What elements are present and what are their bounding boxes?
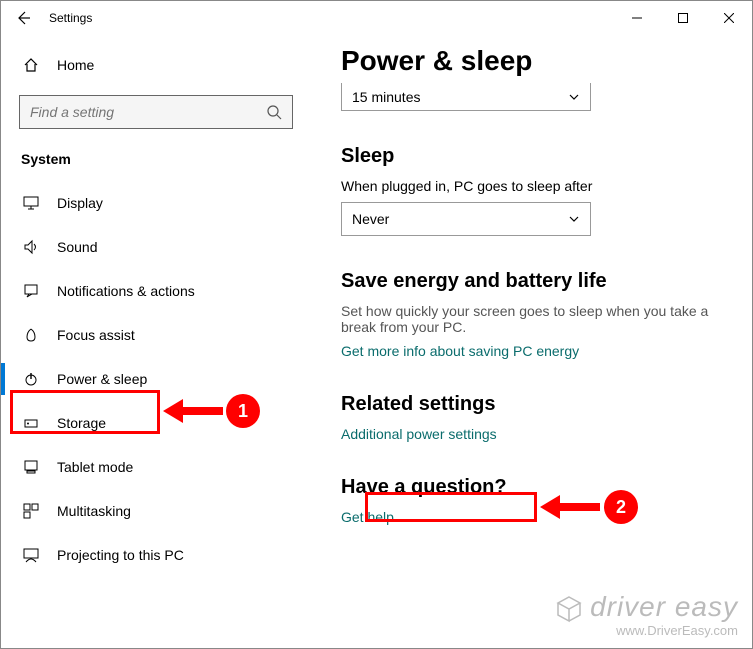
sleep-dropdown[interactable]: Never: [341, 202, 591, 236]
energy-desc: Set how quickly your screen goes to slee…: [341, 303, 722, 335]
question-section: Have a question? Get help: [341, 476, 722, 525]
sidebar-item-label: Notifications & actions: [57, 283, 195, 299]
sidebar-item-projecting[interactable]: Projecting to this PC: [1, 533, 311, 577]
energy-heading: Save energy and battery life: [341, 270, 722, 293]
sidebar-home-label: Home: [57, 57, 94, 73]
sidebar-item-label: Sound: [57, 239, 97, 255]
sidebar-item-label: Power & sleep: [57, 371, 147, 387]
chevron-down-icon: [568, 213, 580, 225]
main-panel: Power & sleep 15 minutes Sleep When plug…: [311, 35, 752, 648]
maximize-icon: [678, 13, 688, 23]
related-section: Related settings Additional power settin…: [341, 393, 722, 442]
sidebar-item-multitasking[interactable]: Multitasking: [1, 489, 311, 533]
sidebar-item-label: Tablet mode: [57, 459, 133, 475]
power-icon: [21, 371, 41, 387]
sidebar-item-notifications[interactable]: Notifications & actions: [1, 269, 311, 313]
energy-section: Save energy and battery life Set how qui…: [341, 270, 722, 359]
chevron-down-icon: [568, 91, 580, 103]
cube-icon: [554, 594, 584, 624]
sidebar-item-label: Display: [57, 195, 103, 211]
related-heading: Related settings: [341, 393, 722, 416]
minimize-button[interactable]: [614, 2, 660, 34]
dropdown-value: Never: [352, 211, 389, 227]
sidebar-item-storage[interactable]: Storage: [1, 401, 311, 445]
sidebar-item-display[interactable]: Display: [1, 181, 311, 225]
watermark-line1: driver easy: [590, 591, 738, 622]
minimize-icon: [632, 13, 642, 23]
close-icon: [724, 13, 734, 23]
sidebar-item-label: Focus assist: [57, 327, 135, 343]
watermark: driver easy www.DriverEasy.com: [554, 592, 738, 638]
window-title: Settings: [49, 11, 92, 25]
sidebar: Home System Display Sound Notifications: [1, 35, 311, 648]
window-controls: [614, 2, 752, 34]
multitasking-icon: [21, 503, 41, 519]
search-input[interactable]: [30, 104, 230, 120]
sidebar-item-power[interactable]: Power & sleep: [1, 357, 311, 401]
notifications-icon: [21, 283, 41, 299]
settings-window: Settings Home: [0, 0, 753, 649]
sidebar-item-sound[interactable]: Sound: [1, 225, 311, 269]
watermark-line2: www.DriverEasy.com: [554, 624, 738, 638]
projecting-icon: [21, 547, 41, 563]
sidebar-item-focus[interactable]: Focus assist: [1, 313, 311, 357]
energy-link[interactable]: Get more info about saving PC energy: [341, 343, 579, 359]
sidebar-list: Display Sound Notifications & actions Fo…: [1, 181, 311, 577]
arrow-left-icon: [15, 10, 31, 26]
sidebar-item-label: Storage: [57, 415, 106, 431]
back-button[interactable]: [1, 1, 45, 35]
sleep-section: Sleep When plugged in, PC goes to sleep …: [341, 145, 722, 236]
sidebar-item-label: Projecting to this PC: [57, 547, 184, 563]
storage-icon: [21, 415, 41, 431]
sleep-heading: Sleep: [341, 145, 722, 168]
sleep-label: When plugged in, PC goes to sleep after: [341, 178, 722, 194]
sound-icon: [21, 239, 41, 255]
dropdown-value: 15 minutes: [352, 89, 420, 105]
sidebar-group-title: System: [1, 143, 311, 181]
screen-timeout-dropdown[interactable]: 15 minutes: [341, 83, 591, 111]
tablet-icon: [21, 459, 41, 475]
titlebar: Settings: [1, 1, 752, 35]
window-body: Home System Display Sound Notifications: [1, 35, 752, 648]
get-help-link[interactable]: Get help: [341, 509, 394, 525]
sidebar-item-label: Multitasking: [57, 503, 131, 519]
additional-power-link[interactable]: Additional power settings: [341, 426, 497, 442]
sidebar-item-tablet[interactable]: Tablet mode: [1, 445, 311, 489]
close-button[interactable]: [706, 2, 752, 34]
sidebar-home[interactable]: Home: [1, 45, 311, 85]
display-icon: [21, 195, 41, 211]
question-heading: Have a question?: [341, 476, 722, 499]
focus-icon: [21, 327, 41, 343]
search-icon: [266, 104, 282, 120]
page-title: Power & sleep: [341, 45, 722, 77]
home-icon: [21, 57, 41, 73]
search-box[interactable]: [19, 95, 293, 129]
maximize-button[interactable]: [660, 2, 706, 34]
